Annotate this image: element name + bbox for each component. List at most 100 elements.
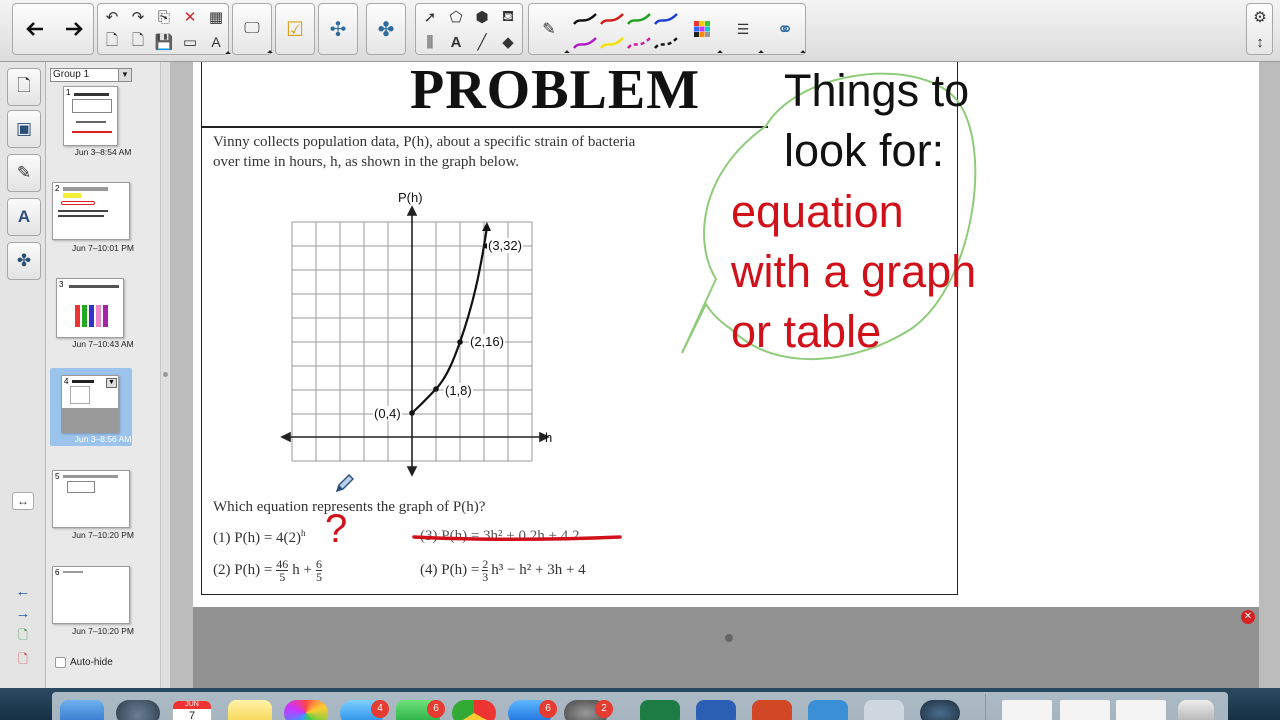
font-button[interactable]: A xyxy=(204,31,231,57)
settings-button[interactable]: ⚙ xyxy=(1248,6,1272,28)
edit-group: ↶ ↷ ⎘ ✕ ▦ 🗋 🗋 💾 ▭ A xyxy=(97,3,231,57)
pen-yellow-swatch[interactable] xyxy=(599,34,625,54)
pen-purple-swatch[interactable] xyxy=(572,34,598,54)
page-thumbnail-2[interactable]: 2 xyxy=(52,182,130,240)
point-1-8 xyxy=(433,386,439,392)
notification-badge: 6 xyxy=(539,700,557,718)
fill-tool[interactable]: ⛾ xyxy=(496,6,520,28)
thumbnail-menu-button[interactable]: ▼ xyxy=(106,378,117,388)
screen-shade-button[interactable]: ▭ xyxy=(178,31,202,53)
shapes-tool[interactable]: ⬠ xyxy=(444,6,468,28)
notification-badge: 2 xyxy=(595,700,613,718)
choice-1: (1) P(h) = 4(2)h xyxy=(213,528,306,547)
table-button[interactable]: ▦ xyxy=(204,6,228,28)
word-icon[interactable] xyxy=(696,700,736,720)
page-thumbnail-1[interactable]: 1 xyxy=(63,86,118,146)
page-number: 2 xyxy=(55,184,60,193)
pen-button[interactable]: ✎ xyxy=(531,6,570,56)
next-page-button[interactable] xyxy=(56,6,92,52)
red-question-mark: ? xyxy=(325,507,348,551)
move-toolbar-button[interactable]: ↕ xyxy=(1248,31,1272,53)
pen-blue-swatch[interactable] xyxy=(653,10,679,30)
sidebar-add-page-button[interactable]: 🗋 xyxy=(11,625,35,647)
sidebar-prev-button[interactable]: ← xyxy=(11,580,35,602)
tools-group: ➚ ⬠ ⬢ ⛾ ⫼ A ╱ ◆ xyxy=(415,3,523,55)
page-timestamp: Jun 3–8:56 AM xyxy=(74,434,132,444)
autohide-label: Auto-hide xyxy=(70,657,113,668)
addon-button[interactable]: ✣ xyxy=(320,6,356,52)
line-style-button[interactable]: ☰ xyxy=(725,6,764,56)
page-thumbnail-3[interactable]: 3 xyxy=(56,278,124,338)
excel-icon[interactable] xyxy=(640,700,680,720)
screen-capture-icon: 🖵 xyxy=(244,20,260,37)
fraction: 65 xyxy=(316,558,323,583)
notebook-app-icon[interactable] xyxy=(808,700,848,720)
page-sorter: Group 1 ▼ 1 Jun 3–8:54 AM 2 Jun 7–10:01 … xyxy=(46,62,160,688)
addons-button[interactable]: ✤ xyxy=(368,6,404,52)
transparency-button[interactable]: ⚭ xyxy=(767,6,806,56)
tab-properties[interactable]: A xyxy=(7,198,41,236)
page-number: 4 xyxy=(64,377,69,386)
tab-page-sorter[interactable]: 🗋 xyxy=(7,68,41,106)
red-note-line2: with a graph xyxy=(731,246,977,297)
page-number: 6 xyxy=(55,568,60,577)
page-thumbnail-5[interactable]: 5 xyxy=(52,470,130,528)
pen-dashed-black-swatch[interactable] xyxy=(653,34,679,54)
expand-sidebar-button[interactable]: ↔ xyxy=(12,492,34,510)
sidebar-delete-page-button[interactable]: 🗋 xyxy=(11,649,35,671)
trash-icon[interactable] xyxy=(1178,700,1214,720)
pen-red-swatch[interactable] xyxy=(599,10,625,30)
sidebar-tabs: 🗋 ▣ ✎ A ✤ ↔ ← → 🗋 🗋 xyxy=(0,62,46,688)
delete-button[interactable]: ✕ xyxy=(178,6,202,28)
activity-monitor-icon[interactable] xyxy=(864,700,904,720)
window-thumbnail[interactable] xyxy=(1116,700,1166,720)
polygon-tool[interactable]: ⬢ xyxy=(470,6,494,28)
point-label: (1,8) xyxy=(444,383,473,398)
redo-icon: ↷ xyxy=(131,9,145,26)
pens-tool[interactable]: ⫼ xyxy=(418,31,442,53)
eraser-tool[interactable]: ◆ xyxy=(496,31,520,53)
finder-icon[interactable] xyxy=(60,700,104,720)
response-button[interactable]: ☑ xyxy=(277,6,313,52)
powerpoint-icon[interactable] xyxy=(752,700,792,720)
pen-dashed-magenta-swatch[interactable] xyxy=(626,34,652,54)
insert-page-button[interactable]: ⎘ xyxy=(152,6,176,28)
group-select[interactable]: Group 1 ▼ xyxy=(50,68,132,82)
fraction: 23 xyxy=(482,558,489,584)
launchpad-icon[interactable] xyxy=(116,700,160,720)
tab-gallery[interactable]: ▣ xyxy=(7,110,41,148)
response-group: ☑ xyxy=(275,3,315,55)
color-palette-button[interactable] xyxy=(684,6,723,56)
tab-attachments[interactable]: ✎ xyxy=(7,154,41,192)
denominator: 3 xyxy=(482,570,489,584)
choice-1-text: (1) P(h) = 4(2) xyxy=(213,530,302,546)
redo-button[interactable]: ↷ xyxy=(126,6,150,28)
open-file-button[interactable]: 🗋 xyxy=(100,31,124,53)
line-tool[interactable]: ╱ xyxy=(470,31,494,53)
page-timestamp: Jun 7–10:43 AM xyxy=(72,339,134,349)
window-thumbnail[interactable] xyxy=(1002,700,1052,720)
floppy-icon: 💾 xyxy=(154,34,174,51)
tab-addons[interactable]: ✤ xyxy=(7,242,41,280)
quicktime-icon[interactable] xyxy=(920,700,960,720)
pen-black-swatch[interactable] xyxy=(572,10,598,30)
previous-page-button[interactable] xyxy=(17,6,53,52)
calendar-icon[interactable]: JUN 7 xyxy=(172,700,212,720)
pen-green-swatch[interactable] xyxy=(626,10,652,30)
photos-icon[interactable] xyxy=(284,700,328,720)
save-file-button[interactable]: 🗋 xyxy=(126,31,150,53)
display-button[interactable]: 🖵 xyxy=(234,6,273,56)
window-thumbnail[interactable] xyxy=(1060,700,1110,720)
close-icon[interactable]: ✕ xyxy=(1241,610,1255,624)
notes-icon[interactable] xyxy=(228,700,272,720)
text-tool[interactable]: A xyxy=(444,31,468,53)
page-thumbnail-6[interactable]: 6 xyxy=(52,566,130,624)
undo-button[interactable]: ↶ xyxy=(100,6,124,28)
chrome-icon[interactable] xyxy=(452,700,496,720)
sorter-resize-handle[interactable] xyxy=(160,62,170,688)
select-tool[interactable]: ➚ xyxy=(418,6,442,28)
autohide-checkbox[interactable] xyxy=(55,657,66,668)
page-thumbnail-4[interactable]: 4 ▼ xyxy=(61,375,119,433)
save-button[interactable]: 💾 xyxy=(152,31,176,53)
sidebar-next-button[interactable]: → xyxy=(11,602,35,624)
